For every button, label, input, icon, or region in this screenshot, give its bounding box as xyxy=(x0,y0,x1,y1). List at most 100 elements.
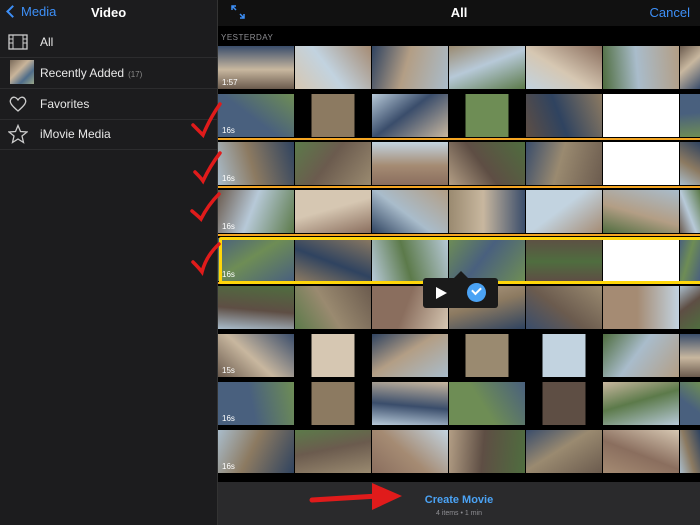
grid-row: 16s xyxy=(218,430,700,473)
video-thumbnail[interactable] xyxy=(526,382,602,425)
video-thumbnail[interactable]: 16s xyxy=(218,94,294,137)
grid-row: 16s xyxy=(218,94,700,137)
sidebar-title: Video xyxy=(91,5,127,20)
sidebar-item-imovie-media[interactable]: iMovie Media xyxy=(0,119,217,150)
clip-action-popover xyxy=(423,271,498,308)
video-thumbnail[interactable] xyxy=(680,382,700,425)
video-thumbnail[interactable] xyxy=(603,430,679,473)
selection-range-line xyxy=(218,186,700,188)
video-thumbnail[interactable] xyxy=(449,382,525,425)
sidebar-item-label: iMovie Media xyxy=(40,127,111,141)
video-thumbnail[interactable] xyxy=(449,94,525,137)
video-thumbnail[interactable] xyxy=(680,286,700,329)
video-thumbnail[interactable] xyxy=(680,142,700,185)
video-thumbnail[interactable] xyxy=(295,142,371,185)
duration-label: 15s xyxy=(222,366,235,375)
video-thumbnail[interactable] xyxy=(680,430,700,473)
video-thumbnail[interactable] xyxy=(372,142,448,185)
count-badge: (17) xyxy=(128,70,143,79)
video-thumbnail[interactable]: 16s xyxy=(218,142,294,185)
video-thumbnail[interactable] xyxy=(680,334,700,377)
grid-row: 1:57 xyxy=(218,46,700,89)
video-thumbnail[interactable]: 16s xyxy=(218,190,294,233)
video-thumbnail[interactable] xyxy=(372,334,448,377)
back-label: Media xyxy=(21,4,57,19)
duration-label: 16s xyxy=(222,174,235,183)
grid-row: 16s xyxy=(218,142,700,185)
video-thumbnail[interactable] xyxy=(295,190,371,233)
video-thumbnail[interactable] xyxy=(372,430,448,473)
video-thumbnail[interactable] xyxy=(526,430,602,473)
video-thumbnail[interactable] xyxy=(449,46,525,89)
section-label: YESTERDAY xyxy=(221,33,274,42)
back-button[interactable]: Media xyxy=(4,4,56,19)
video-thumbnail[interactable] xyxy=(449,334,525,377)
thumbnail-icon xyxy=(10,60,34,84)
cancel-button[interactable]: Cancel xyxy=(650,5,690,20)
video-thumbnail[interactable] xyxy=(526,142,602,185)
duration-label: 16s xyxy=(222,222,235,231)
sidebar-header: Media Video xyxy=(0,0,217,26)
browser-header: All Cancel xyxy=(218,0,700,26)
video-thumbnail[interactable] xyxy=(526,46,602,89)
sidebar-item-all[interactable]: All xyxy=(0,27,217,58)
video-thumbnail[interactable] xyxy=(295,286,371,329)
video-thumbnail[interactable]: 16s xyxy=(218,430,294,473)
video-thumbnail[interactable] xyxy=(449,142,525,185)
video-thumbnail[interactable] xyxy=(603,334,679,377)
duration-label: 1:57 xyxy=(222,78,238,87)
video-thumbnail[interactable] xyxy=(372,382,448,425)
heart-icon xyxy=(9,96,27,112)
selection-range-line xyxy=(218,234,700,236)
video-thumbnail[interactable]: 16s xyxy=(218,382,294,425)
create-movie-button[interactable]: Create Movie xyxy=(218,494,700,506)
video-thumbnail[interactable] xyxy=(526,286,602,329)
video-thumbnail[interactable] xyxy=(295,382,371,425)
video-thumbnail[interactable] xyxy=(449,430,525,473)
video-thumbnail[interactable] xyxy=(680,46,700,89)
sidebar-item-favorites[interactable]: Favorites xyxy=(0,89,217,120)
sidebar-item-label: Recently Added xyxy=(40,66,125,80)
video-thumbnail[interactable]: 15s xyxy=(218,334,294,377)
sidebar-item-recently-added[interactable]: Recently Added (17) xyxy=(0,58,217,89)
video-thumbnail[interactable] xyxy=(372,94,448,137)
film-icon xyxy=(8,34,28,50)
video-thumbnail[interactable] xyxy=(680,190,700,233)
selection-summary: 4 items • 1 min xyxy=(435,510,483,517)
video-thumbnail[interactable] xyxy=(603,286,679,329)
create-movie-bar: Create Movie 4 items • 1 min xyxy=(218,482,700,525)
video-thumbnail[interactable] xyxy=(372,190,448,233)
video-thumbnail[interactable] xyxy=(295,430,371,473)
video-thumbnail[interactable] xyxy=(295,334,371,377)
video-thumbnail[interactable] xyxy=(603,142,679,185)
grid-row: 16s xyxy=(218,382,700,425)
video-thumbnail[interactable] xyxy=(603,190,679,233)
duration-label: 16s xyxy=(222,462,235,471)
video-thumbnail[interactable]: 1:57 xyxy=(218,46,294,89)
video-thumbnail[interactable] xyxy=(372,46,448,89)
grid-row: 15s xyxy=(218,334,700,377)
media-browser: All Cancel YESTERDAY 1:57 16s 16s 16s 16s 15s… xyxy=(218,0,700,525)
video-thumbnail[interactable] xyxy=(526,190,602,233)
video-thumbnail[interactable] xyxy=(295,46,371,89)
sidebar-item-label: All xyxy=(40,35,54,49)
selection-range-line xyxy=(218,138,700,140)
play-icon[interactable] xyxy=(436,287,447,299)
video-thumbnail[interactable] xyxy=(603,94,679,137)
checkmark-icon[interactable] xyxy=(467,283,486,302)
chevron-left-icon xyxy=(6,5,19,18)
video-thumbnail[interactable] xyxy=(603,382,679,425)
video-thumbnail[interactable] xyxy=(680,94,700,137)
video-thumbnail[interactable] xyxy=(449,190,525,233)
video-thumbnail[interactable] xyxy=(526,334,602,377)
star-icon xyxy=(8,124,28,144)
video-thumbnail[interactable] xyxy=(218,286,294,329)
video-thumbnail[interactable] xyxy=(295,94,371,137)
duration-label: 16s xyxy=(222,414,235,423)
page-title: All xyxy=(450,5,468,20)
sidebar-item-label: Favorites xyxy=(40,97,90,111)
video-thumbnail[interactable] xyxy=(526,94,602,137)
video-thumbnail[interactable] xyxy=(603,46,679,89)
grid-row: 16s xyxy=(218,190,700,233)
sidebar: Media Video All Recently Added (17) Favor… xyxy=(0,0,217,525)
